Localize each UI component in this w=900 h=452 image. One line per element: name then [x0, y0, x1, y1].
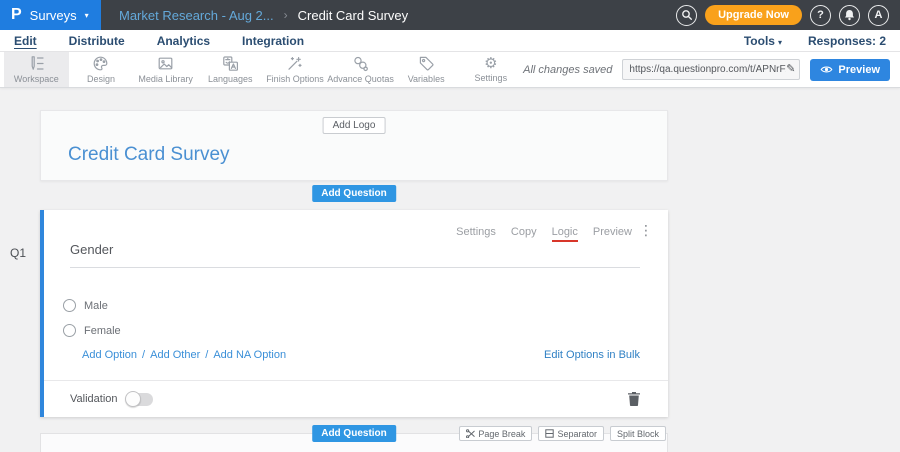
preview-button[interactable]: Preview — [810, 59, 890, 81]
image-icon — [157, 55, 174, 72]
help-button[interactable]: ? — [810, 5, 831, 26]
tool-advance-quotas[interactable]: Advance Quotas — [327, 52, 394, 87]
surveys-menu[interactable]: P Surveys ▾ — [0, 0, 101, 30]
tools-menu[interactable]: Tools▾ — [744, 34, 782, 48]
question-preview-link[interactable]: Preview — [593, 226, 632, 242]
tool-languages[interactable]: Languages — [198, 52, 263, 87]
edit-toolbar: Workspace Design Media Library Languages — [0, 52, 900, 88]
toggle-knob — [125, 391, 141, 407]
question-number: Q1 — [10, 246, 26, 260]
page-break-button[interactable]: Page Break — [459, 426, 532, 441]
add-na-option-link[interactable]: Add NA Option — [213, 349, 286, 361]
option-links: Add Option / Add Other / Add NA Option — [82, 349, 286, 361]
validation-label: Validation — [70, 393, 118, 405]
split-block-button[interactable]: Split Block — [610, 426, 666, 441]
question-card: Settings Copy Logic Preview ⋮ Gender Mal… — [40, 210, 668, 417]
save-status: All changes saved — [523, 64, 612, 76]
tool-variables[interactable]: Variables — [394, 52, 459, 87]
survey-url-input[interactable] — [629, 64, 786, 75]
add-option-link[interactable]: Add Option — [82, 349, 137, 361]
breadcrumb-survey-name: Credit Card Survey — [298, 8, 409, 23]
option-row: Female — [63, 324, 121, 337]
gear-icon: ⚙ — [484, 56, 497, 71]
link-separator: / — [142, 349, 145, 361]
tool-finish-options[interactable]: Finish Options — [263, 52, 328, 87]
add-other-link[interactable]: Add Other — [150, 349, 200, 361]
tab-integration[interactable]: Integration — [242, 34, 304, 48]
bell-icon — [844, 9, 855, 21]
add-question-button-bottom[interactable]: Add Question — [312, 425, 396, 442]
avatar[interactable]: A — [868, 5, 889, 26]
question-text[interactable]: Gender — [70, 242, 113, 257]
nav-right: Tools▾ Responses: 2 — [744, 34, 886, 48]
separator-icon — [545, 429, 554, 438]
survey-title[interactable]: Credit Card Survey — [68, 144, 230, 166]
magic-wand-icon — [286, 55, 303, 72]
radio-button[interactable] — [63, 299, 76, 312]
option-label[interactable]: Female — [84, 325, 121, 337]
product-label: Surveys — [30, 8, 77, 23]
chevron-down-icon: ▾ — [85, 11, 89, 20]
breadcrumb-separator-icon: › — [284, 8, 288, 22]
toolbar-right: All changes saved ✎ Preview — [523, 52, 900, 87]
delete-question-button[interactable] — [628, 392, 640, 406]
tool-settings[interactable]: ⚙ Settings — [458, 52, 523, 87]
tool-design[interactable]: Design — [69, 52, 134, 87]
survey-url-box: ✎ — [622, 59, 800, 80]
edit-options-in-bulk-link[interactable]: Edit Options in Bulk — [544, 349, 640, 361]
workspace-icon — [28, 55, 45, 72]
option-label[interactable]: Male — [84, 300, 108, 312]
chain-links-icon — [352, 55, 369, 72]
survey-header-card: Add Logo Credit Card Survey — [40, 110, 668, 181]
survey-nav: Edit Distribute Analytics Integration To… — [0, 30, 900, 52]
breadcrumb-folder[interactable]: Market Research - Aug 2... — [119, 8, 274, 23]
upgrade-now-button[interactable]: Upgrade Now — [705, 5, 802, 25]
scissors-icon — [466, 429, 475, 438]
palette-icon — [92, 55, 109, 72]
validation-toggle[interactable] — [126, 393, 153, 406]
chevron-down-icon: ▾ — [778, 38, 782, 47]
separator-button[interactable]: Separator — [538, 426, 604, 441]
kebab-menu-icon[interactable]: ⋮ — [639, 223, 653, 237]
tab-analytics[interactable]: Analytics — [157, 34, 210, 48]
question-logic-link[interactable]: Logic — [552, 226, 578, 242]
tab-distribute[interactable]: Distribute — [69, 34, 125, 48]
search-button[interactable] — [676, 5, 697, 26]
questionpro-logo[interactable]: P — [11, 7, 22, 23]
trash-icon — [628, 392, 640, 406]
link-separator: / — [205, 349, 208, 361]
tool-workspace[interactable]: Workspace — [4, 52, 69, 87]
eye-icon — [820, 65, 833, 74]
translate-icon — [222, 55, 239, 72]
question-text-underline — [70, 267, 640, 268]
tab-edit[interactable]: Edit — [14, 34, 37, 48]
question-copy-link[interactable]: Copy — [511, 226, 537, 242]
block-tools: Page Break Separator Split Block — [459, 426, 666, 441]
tag-icon — [418, 55, 435, 72]
top-bar: P Surveys ▾ Market Research - Aug 2... ›… — [0, 0, 900, 30]
notifications-button[interactable] — [839, 5, 860, 26]
search-icon — [681, 9, 693, 21]
nav-links: Edit Distribute Analytics Integration — [14, 34, 304, 48]
radio-button[interactable] — [63, 324, 76, 337]
option-row: Male — [63, 299, 108, 312]
question-actions: Settings Copy Logic Preview — [456, 226, 632, 242]
add-question-button-top[interactable]: Add Question — [312, 185, 396, 202]
edit-url-pencil-icon[interactable]: ✎ — [786, 64, 795, 75]
topbar-actions: Upgrade Now ? A — [676, 5, 900, 26]
question-footer: Validation — [44, 380, 668, 417]
tool-media-library[interactable]: Media Library — [133, 52, 198, 87]
question-settings-link[interactable]: Settings — [456, 226, 496, 242]
add-logo-button[interactable]: Add Logo — [323, 117, 386, 134]
responses-link[interactable]: Responses: 2 — [808, 34, 886, 48]
